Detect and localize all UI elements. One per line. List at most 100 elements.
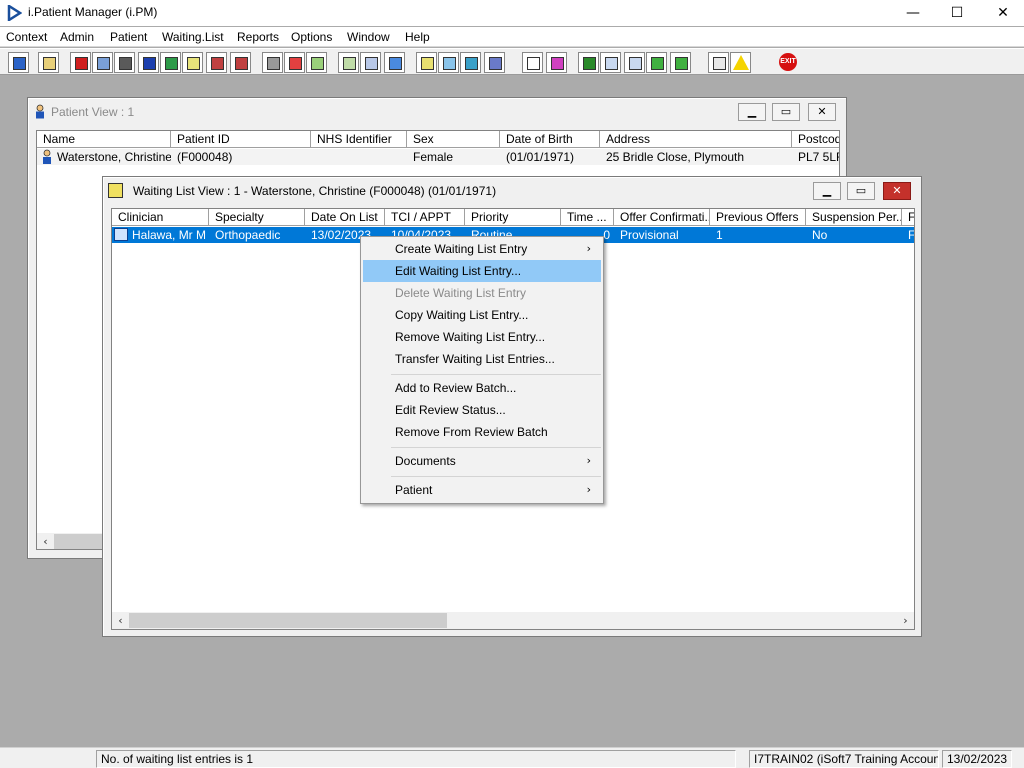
menu-context[interactable]: Context xyxy=(6,30,47,44)
warning-icon[interactable] xyxy=(730,52,751,73)
menu-waiting-list[interactable]: Waiting.List xyxy=(162,30,224,44)
minimize-button[interactable]: — xyxy=(890,0,936,26)
waiting-list-maximize-button[interactable]: ▭ xyxy=(847,182,875,200)
menu-patient-label: Patient xyxy=(395,483,433,497)
menu-documents[interactable]: Documents › xyxy=(363,450,601,472)
card-2-icon[interactable] xyxy=(360,52,381,73)
column-offer-confirmation[interactable]: Offer Confirmati... xyxy=(614,209,710,226)
column-f[interactable]: F xyxy=(902,209,914,226)
column-tci-appt[interactable]: TCI / APPT xyxy=(385,209,465,226)
menu-add-to-review-batch[interactable]: Add to Review Batch... xyxy=(363,377,601,399)
globe-icon[interactable] xyxy=(384,52,405,73)
wl-scroll-thumb[interactable] xyxy=(129,613,447,628)
patient-id: (F000048) xyxy=(177,150,233,164)
form-icon[interactable] xyxy=(600,52,621,73)
edit-icon[interactable] xyxy=(262,52,283,73)
note-icon[interactable] xyxy=(182,52,203,73)
monitor-icon[interactable] xyxy=(306,52,327,73)
flag-icon[interactable] xyxy=(230,52,251,73)
document-icon[interactable] xyxy=(522,52,543,73)
book-icon[interactable] xyxy=(38,52,59,73)
clock-icon[interactable] xyxy=(284,52,305,73)
waiting-list-hscroll[interactable]: ‹ › xyxy=(112,612,914,629)
column-previous-offers[interactable]: Previous Offers xyxy=(710,209,806,226)
menu-options[interactable]: Options xyxy=(291,30,332,44)
menu-patient[interactable]: Patient › xyxy=(363,479,601,501)
menu-remove-label: Remove Waiting List Entry... xyxy=(395,330,546,344)
menu-reports[interactable]: Reports xyxy=(237,30,279,44)
patient-list-header: Name Patient ID NHS Identifier Sex Date … xyxy=(37,131,839,148)
menu-patient[interactable]: Patient xyxy=(110,30,147,44)
image-icon[interactable] xyxy=(438,52,459,73)
green-arrow-2-icon[interactable] xyxy=(670,52,691,73)
menu-create-waiting-list-entry[interactable]: Create Waiting List Entry › xyxy=(363,238,601,260)
app-title-bar: i.Patient Manager (i.PM) — ☐ ✕ xyxy=(0,0,1024,26)
wl-scroll-right-arrow[interactable]: › xyxy=(897,612,914,629)
app-title: i.Patient Manager (i.PM) xyxy=(28,5,158,19)
network-icon[interactable] xyxy=(578,52,599,73)
menu-admin[interactable]: Admin xyxy=(60,30,94,44)
m-letter-icon[interactable] xyxy=(138,52,159,73)
patient-search-icon[interactable] xyxy=(8,52,29,73)
doctor-icon[interactable] xyxy=(160,52,181,73)
column-address[interactable]: Address xyxy=(600,131,792,148)
patient-view-minimize-button[interactable]: ▁ xyxy=(738,103,766,121)
card-icon[interactable] xyxy=(338,52,359,73)
menu-edit-waiting-list-entry[interactable]: Edit Waiting List Entry... xyxy=(363,260,601,282)
patient-sex: Female xyxy=(413,150,454,164)
column-suspension-period[interactable]: Suspension Per... xyxy=(806,209,902,226)
ward-icon[interactable] xyxy=(206,52,227,73)
transfer-icon[interactable] xyxy=(484,52,505,73)
scroll-left-arrow[interactable]: ‹ xyxy=(37,533,54,549)
tray-icon[interactable] xyxy=(460,52,481,73)
menu-bar: Context Admin Patient Waiting.List Repor… xyxy=(0,27,1024,47)
green-arrow-icon[interactable] xyxy=(646,52,667,73)
wl-offer: Provisional xyxy=(620,228,679,242)
form-2-icon[interactable] xyxy=(624,52,645,73)
patient-view-close-button[interactable]: ✕ xyxy=(808,103,836,121)
maximize-button[interactable]: ☐ xyxy=(934,0,980,26)
patient-row[interactable]: Waterstone, Christine... (F000048) Femal… xyxy=(37,149,839,165)
waiting-list-title-bar: Waiting List View : 1 - Waterstone, Chri… xyxy=(106,180,918,202)
exit-label: EXIT xyxy=(779,53,797,71)
warning-triangle xyxy=(733,55,749,70)
column-sex[interactable]: Sex xyxy=(407,131,500,148)
column-postcode[interactable]: Postcod xyxy=(792,131,839,148)
menu-remove-from-review-batch[interactable]: Remove From Review Batch xyxy=(363,421,601,443)
menu-remove-review-label: Remove From Review Batch xyxy=(395,425,548,439)
column-date-on-list[interactable]: Date On List xyxy=(305,209,385,226)
menu-window[interactable]: Window xyxy=(347,30,390,44)
patient-view-maximize-button[interactable]: ▭ xyxy=(772,103,800,121)
menu-separator xyxy=(391,476,601,477)
column-name[interactable]: Name xyxy=(37,131,171,148)
column-date-of-birth[interactable]: Date of Birth xyxy=(500,131,600,148)
submenu-chevron-icon: › xyxy=(586,242,591,255)
column-specialty[interactable]: Specialty xyxy=(209,209,305,226)
scroll-thumb[interactable] xyxy=(54,534,104,549)
printer-icon[interactable] xyxy=(114,52,135,73)
exit-icon[interactable]: EXIT xyxy=(778,52,799,73)
chart-icon[interactable] xyxy=(546,52,567,73)
swap-icon[interactable] xyxy=(708,52,729,73)
column-clinician[interactable]: Clinician xyxy=(112,209,209,226)
menu-remove-waiting-list-entry[interactable]: Remove Waiting List Entry... xyxy=(363,326,601,348)
wl-f: F xyxy=(908,228,915,242)
red-book-icon[interactable] xyxy=(70,52,91,73)
column-nhs-identifier[interactable]: NHS Identifier xyxy=(311,131,407,148)
status-bar: No. of waiting list entries is 1 I7TRAIN… xyxy=(0,747,1024,768)
list-icon[interactable] xyxy=(416,52,437,73)
menu-edit-review-label: Edit Review Status... xyxy=(395,403,506,417)
waiting-list-minimize-button[interactable]: ▁ xyxy=(813,182,841,200)
menu-help[interactable]: Help xyxy=(405,30,430,44)
referral-icon[interactable] xyxy=(92,52,113,73)
menu-edit-review-status[interactable]: Edit Review Status... xyxy=(363,399,601,421)
wl-scroll-left-arrow[interactable]: ‹ xyxy=(112,612,129,629)
column-time[interactable]: Time ... xyxy=(561,209,614,226)
column-priority[interactable]: Priority xyxy=(465,209,561,226)
menu-copy-waiting-list-entry[interactable]: Copy Waiting List Entry... xyxy=(363,304,601,326)
close-button[interactable]: ✕ xyxy=(980,0,1024,26)
patient-name: Waterstone, Christine... xyxy=(57,150,171,164)
menu-transfer-waiting-list-entries[interactable]: Transfer Waiting List Entries... xyxy=(363,348,601,370)
column-patient-id[interactable]: Patient ID xyxy=(171,131,311,148)
waiting-list-close-button[interactable]: ✕ xyxy=(883,182,911,200)
